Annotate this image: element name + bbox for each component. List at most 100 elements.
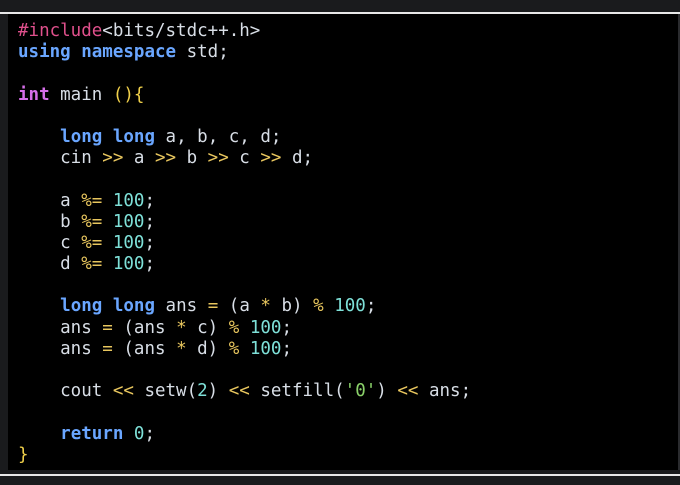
code-token: ; bbox=[144, 254, 155, 275]
code-line: } bbox=[18, 445, 471, 466]
code-line: cout << setw(2) << setfill('0') << ans; bbox=[18, 381, 471, 402]
code-token: (ans bbox=[112, 317, 177, 338]
code-token: 100 bbox=[112, 190, 145, 211]
code-line: long long ans = (a * b) % 100; bbox=[18, 296, 471, 317]
code-token: setfill( bbox=[249, 381, 345, 402]
code-token: 100 bbox=[249, 338, 282, 359]
code-token: * bbox=[260, 296, 271, 317]
code-token: ; bbox=[365, 296, 377, 317]
code-token: std; bbox=[176, 42, 229, 63]
code-token: c) bbox=[186, 317, 229, 338]
code-line: a %= 100; bbox=[18, 191, 471, 212]
code-token: = bbox=[102, 338, 113, 359]
code-token: ; bbox=[281, 317, 293, 338]
code-token: >> bbox=[260, 148, 282, 169]
code-line: ans = (ans * c) % 100; bbox=[18, 318, 471, 339]
code-token: b bbox=[176, 148, 208, 169]
code-token: ; bbox=[281, 338, 293, 359]
code-token: % bbox=[313, 296, 324, 317]
code-line: c %= 100; bbox=[18, 233, 471, 254]
code-token: a bbox=[123, 148, 155, 169]
code-line: cin >> a >> b >> c >> d; bbox=[18, 148, 471, 169]
code-token: 0 bbox=[133, 423, 145, 444]
code-token: main bbox=[49, 84, 113, 105]
code-editor[interactable]: #include<bits/stdc++.h> using namespace s… bbox=[8, 14, 680, 470]
code-token: b) bbox=[270, 296, 314, 317]
code-line: d %= 100; bbox=[18, 254, 471, 275]
code-token: ans; bbox=[418, 381, 472, 402]
code-line: ans = (ans * d) % 100; bbox=[18, 339, 471, 360]
code-token: (a bbox=[218, 296, 261, 317]
code-token: (ans bbox=[112, 338, 177, 359]
bottom-divider bbox=[0, 474, 680, 476]
code-token: <bits/stdc++.h> bbox=[102, 21, 261, 41]
code-token: int bbox=[18, 84, 50, 105]
code-token: % bbox=[228, 338, 240, 359]
code-token: c bbox=[228, 148, 261, 169]
code-token: d) bbox=[186, 338, 229, 359]
code-token: %= bbox=[81, 211, 103, 232]
code-line: b %= 100; bbox=[18, 212, 471, 233]
code-line: int main (){ bbox=[18, 85, 471, 106]
code-token: } bbox=[18, 444, 29, 465]
code-line: using namespace std; bbox=[18, 42, 471, 63]
code-token: 2 bbox=[197, 381, 208, 402]
code-token: 100 bbox=[112, 254, 145, 275]
code-token: namespace bbox=[81, 42, 177, 63]
code-token: ; bbox=[144, 190, 155, 211]
code-line: long long a, b, c, d; bbox=[18, 127, 471, 148]
code-token: #include bbox=[18, 21, 103, 41]
code-token: >> bbox=[102, 148, 124, 169]
code-token: long bbox=[60, 296, 103, 317]
code-token: long bbox=[112, 126, 156, 147]
code-token: ; bbox=[144, 211, 155, 232]
code-token: cin bbox=[18, 148, 103, 169]
code-token: ; bbox=[144, 423, 156, 444]
code-token: (){ bbox=[112, 84, 145, 105]
code-token: cout bbox=[18, 381, 113, 402]
code-token: %= bbox=[81, 232, 103, 253]
code-line: #include<bits/stdc++.h> bbox=[18, 21, 471, 42]
code-token: ans bbox=[18, 317, 103, 338]
code-line: return 0; bbox=[18, 424, 471, 445]
code-token: d; bbox=[281, 148, 314, 169]
code-token: 100 bbox=[249, 317, 282, 338]
code-token: return bbox=[60, 423, 124, 444]
code-block[interactable]: #include<bits/stdc++.h> using namespace s… bbox=[18, 21, 471, 466]
code-token: 100 bbox=[334, 296, 366, 317]
code-token: %= bbox=[81, 254, 103, 275]
code-token: ans bbox=[155, 296, 208, 317]
code-token: a, b, c, d; bbox=[155, 126, 282, 147]
code-token: ; bbox=[144, 232, 155, 253]
code-token: % bbox=[228, 317, 240, 338]
code-token: ) bbox=[207, 381, 229, 402]
code-token: ) bbox=[376, 381, 398, 402]
code-token: using bbox=[18, 42, 71, 63]
code-token: ans bbox=[18, 338, 103, 359]
code-token: '0' bbox=[344, 381, 377, 402]
code-token: c bbox=[18, 232, 82, 253]
screenshot-page: #include<bits/stdc++.h> using namespace s… bbox=[0, 0, 680, 485]
code-token: >> bbox=[207, 148, 229, 169]
code-token: >> bbox=[154, 148, 177, 169]
code-token: 100 bbox=[112, 232, 145, 253]
code-token: = bbox=[207, 296, 219, 317]
code-token: %= bbox=[81, 190, 103, 211]
